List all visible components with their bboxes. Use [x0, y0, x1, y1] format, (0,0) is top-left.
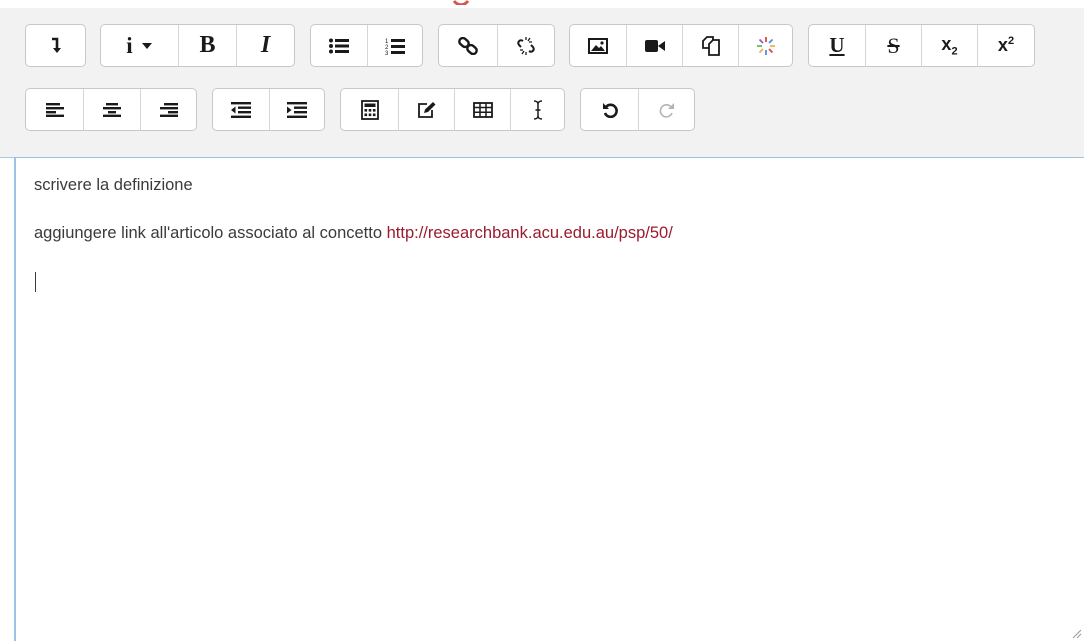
equation-button[interactable]	[341, 89, 398, 130]
svg-text:3: 3	[385, 51, 389, 55]
bullet-list-icon	[329, 38, 349, 53]
link-group	[438, 24, 555, 67]
subscript-icon: x2	[941, 34, 957, 58]
link-button[interactable]	[439, 25, 497, 66]
strikethrough-button[interactable]: S	[865, 25, 921, 66]
calculator-icon	[360, 99, 379, 120]
strikethrough-icon: S	[887, 32, 900, 58]
superscript-base: x	[997, 35, 1008, 55]
alignment-group	[25, 88, 197, 131]
underline-button[interactable]: U	[809, 25, 865, 66]
article-link[interactable]: http://researchbank.acu.edu.au/psp/50/	[387, 224, 673, 242]
align-left-button[interactable]	[26, 89, 83, 130]
insert-media-button[interactable]	[626, 25, 682, 66]
insert-emoticon-button[interactable]	[738, 25, 792, 66]
image-icon	[588, 37, 608, 54]
clear-formatting-button[interactable]	[510, 89, 564, 130]
outdent-button[interactable]	[213, 89, 269, 130]
bold-button[interactable]: B	[178, 25, 236, 66]
redo-icon	[659, 102, 674, 118]
align-center-icon	[103, 102, 121, 117]
text-caret	[35, 272, 36, 292]
insert-group	[340, 88, 565, 131]
special-character-button[interactable]	[398, 89, 454, 130]
history-group	[580, 88, 695, 131]
top-edge	[0, 0, 1084, 8]
indent-icon	[287, 101, 307, 118]
editor-toolbar: i B I 1 2 3 U S x2 x2	[0, 0, 1084, 158]
text-style-group: i B I	[100, 24, 295, 67]
manage-files-button[interactable]	[682, 25, 738, 66]
pencil-square-icon	[417, 101, 435, 118]
video-icon	[644, 39, 665, 52]
table-icon	[472, 101, 493, 118]
paragraph-definition: scrivere la definizione	[34, 176, 193, 194]
undo-button[interactable]	[581, 89, 638, 130]
files-icon	[701, 35, 720, 56]
align-right-icon	[159, 102, 178, 117]
info-label: i	[126, 32, 133, 58]
sparkle-icon	[756, 36, 775, 55]
toolbar-toggle-button[interactable]	[26, 25, 85, 66]
unordered-list-button[interactable]	[311, 25, 367, 66]
caret-down-icon	[141, 42, 152, 49]
underline-icon: U	[829, 33, 845, 57]
subscript-base: x	[941, 33, 952, 54]
align-right-button[interactable]	[140, 89, 196, 130]
bold-icon: B	[199, 32, 216, 58]
indent-button[interactable]	[269, 89, 324, 130]
subscript-button[interactable]: x2	[921, 25, 977, 66]
indent-group	[212, 88, 325, 131]
unlink-icon	[517, 36, 535, 55]
subscript-digit: 2	[951, 45, 958, 58]
paragraph-styles-button[interactable]: i	[101, 25, 178, 66]
paragraph-link: aggiungere link all'articolo associato a…	[34, 224, 673, 243]
align-center-button[interactable]	[83, 89, 140, 130]
redo-button[interactable]	[638, 89, 694, 130]
superscript-digit: 2	[1007, 35, 1015, 47]
undo-icon	[602, 102, 618, 118]
editor-content-area[interactable]: scrivere la definizione aggiungere link …	[14, 157, 1084, 641]
media-group	[569, 24, 793, 67]
superscript-button[interactable]: x2	[977, 25, 1034, 66]
list-group: 1 2 3	[310, 24, 423, 67]
arrow-down-icon	[51, 37, 61, 53]
italic-button[interactable]: I	[236, 25, 294, 66]
paragraph-link-text: aggiungere link all'articolo associato a…	[34, 224, 387, 242]
text-cursor-icon	[533, 99, 542, 120]
superscript-icon: x2	[998, 35, 1014, 56]
top-fragment-icon	[452, 0, 470, 5]
unlink-button[interactable]	[497, 25, 554, 66]
outdent-icon	[231, 101, 251, 118]
ordered-list-button[interactable]: 1 2 3	[367, 25, 422, 66]
toolbar-toggle-group	[25, 24, 86, 67]
italic-icon: I	[260, 32, 271, 58]
table-button[interactable]	[454, 89, 510, 130]
insert-image-button[interactable]	[570, 25, 626, 66]
link-icon	[458, 36, 478, 55]
numbered-list-icon: 1 2 3	[385, 38, 405, 55]
format-group: U S x2 x2	[808, 24, 1035, 67]
align-left-icon	[45, 102, 64, 117]
resize-handle-icon[interactable]	[1070, 627, 1082, 639]
